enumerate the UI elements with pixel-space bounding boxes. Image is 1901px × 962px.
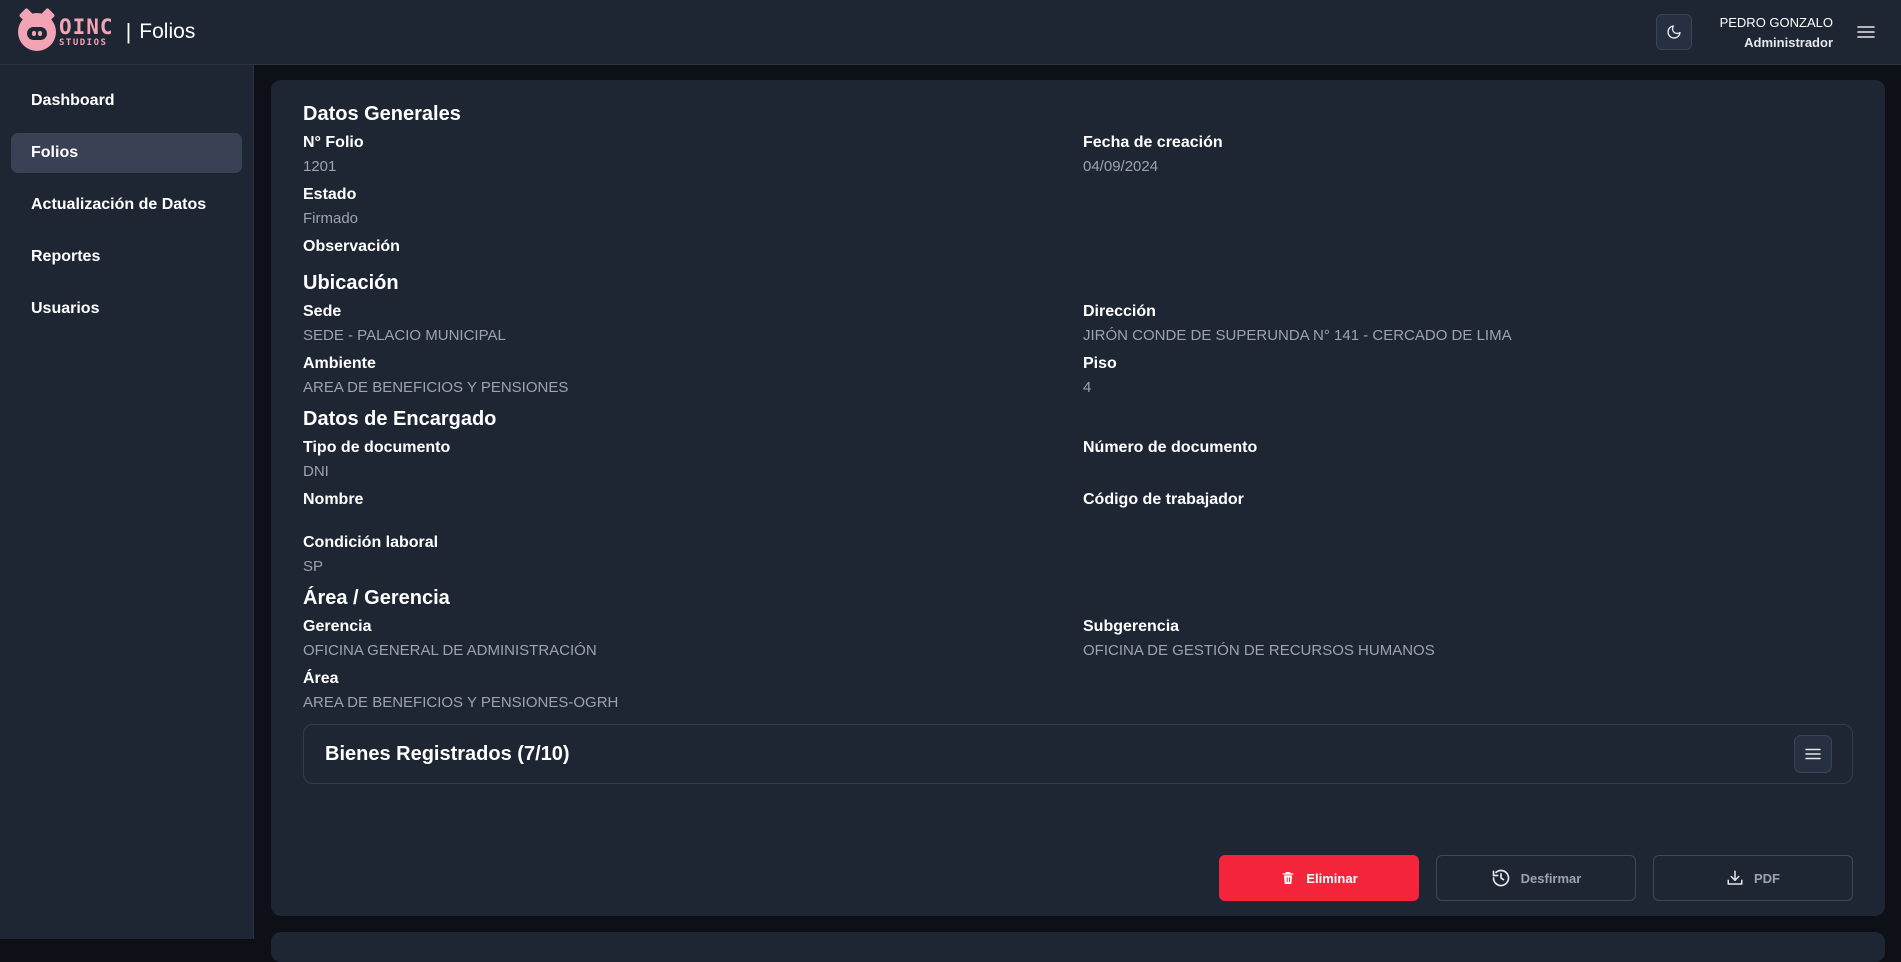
hamburger-menu-icon (1857, 26, 1875, 38)
sidebar-item-label: Reportes (31, 248, 101, 265)
main-menu-button[interactable] (1851, 17, 1881, 47)
field-label: Nombre (303, 491, 364, 508)
menu-icon (1805, 748, 1821, 760)
field-observacion: Observación (303, 238, 1083, 266)
desfirmar-label: Desfirmar (1520, 870, 1582, 886)
field-tipo-documento: Tipo de documento DNI (303, 439, 1083, 491)
eliminar-button[interactable]: Eliminar (1219, 855, 1419, 901)
field-label: Gerencia (303, 618, 372, 635)
area-gerencia-grid: Gerencia OFICINA GENERAL DE ADMINISTRACI… (303, 618, 1853, 722)
field-label: Subgerencia (1083, 618, 1180, 635)
bienes-registrados-title: Bienes Registrados (7/10) (325, 742, 570, 765)
section-title-area-gerencia: Área / Gerencia (303, 587, 450, 609)
field-label: Sede (303, 303, 342, 320)
encargado-grid: Tipo de documento DNI Número de document… (303, 439, 1853, 586)
brand[interactable]: OINC STUDIOS | Folios (18, 0, 195, 65)
field-value: OFICINA DE GESTIÓN DE RECURSOS HUMANOS (1083, 642, 1435, 659)
field-folio: N° Folio 1201 (303, 134, 1083, 186)
sidebar-item-label: Actualización de Datos (31, 196, 207, 213)
eliminar-label: Eliminar (1306, 870, 1358, 886)
field-value: 1201 (303, 158, 337, 175)
field-ambiente: Ambiente AREA DE BENEFICIOS Y PENSIONES (303, 355, 1083, 407)
field-value: SEDE - PALACIO MUNICIPAL (303, 327, 506, 344)
field-value: JIRÓN CONDE DE SUPERUNDA N° 141 - CERCAD… (1083, 327, 1512, 344)
datos-generales-grid: N° Folio 1201 Fecha de creación 04/09/20… (303, 134, 1853, 266)
brand-name: OINC (59, 14, 114, 39)
field-direccion: Dirección JIRÓN CONDE DE SUPERUNDA N° 14… (1083, 303, 1863, 355)
pdf-label: PDF (1754, 870, 1780, 886)
user-name: PEDRO GONZALO (1719, 14, 1833, 30)
field-value: OFICINA GENERAL DE ADMINISTRACIÓN (303, 642, 597, 659)
field-label: Número de documento (1083, 439, 1258, 456)
field-numero-documento: Número de documento (1083, 439, 1863, 491)
field-label: Piso (1083, 355, 1117, 372)
trash-icon (1283, 872, 1294, 884)
history-icon (1492, 869, 1509, 887)
field-nombre: Nombre (303, 491, 1083, 534)
field-codigo-trabajador: Código de trabajador (1083, 491, 1863, 534)
sidebar-item-usuarios[interactable]: Usuarios (11, 289, 242, 329)
brand-subname: STUDIOS (59, 37, 108, 48)
sidebar-item-folios[interactable]: Folios (11, 133, 242, 173)
pdf-button[interactable]: PDF (1653, 855, 1853, 901)
brand-separator: | (125, 19, 132, 44)
ubicacion-grid: Sede SEDE - PALACIO MUNICIPAL Dirección … (303, 303, 1853, 407)
field-value: 04/09/2024 (1083, 158, 1159, 175)
field-label: Condición laboral (303, 534, 439, 551)
field-value: 4 (1083, 379, 1092, 396)
field-area: Área AREA DE BENEFICIOS Y PENSIONES-OGRH (303, 670, 1083, 722)
sidebar-item-label: Usuarios (31, 300, 100, 317)
user-info[interactable]: PEDRO GONZALO Administrador (1720, 15, 1833, 50)
pig-logo-icon (18, 13, 56, 51)
field-label: Área (303, 670, 339, 687)
next-card-peek (271, 932, 1885, 962)
section-title-encargado: Datos de Encargado (303, 408, 497, 430)
field-value: DNI (303, 463, 329, 480)
download-icon (1727, 870, 1743, 885)
sidebar-item-label: Dashboard (31, 92, 115, 109)
field-label: Código de trabajador (1083, 491, 1244, 508)
field-piso: Piso 4 (1083, 355, 1863, 407)
field-label: Ambiente (303, 355, 376, 372)
field-label: Dirección (1083, 303, 1156, 320)
sidebar-item-label: Folios (31, 144, 79, 161)
field-label: N° Folio (303, 134, 364, 151)
field-label: Observación (303, 238, 400, 255)
section-title-ubicacion: Ubicación (303, 272, 399, 294)
field-condicion-laboral: Condición laboral SP (303, 534, 1083, 586)
section-title-datos-generales: Datos Generales (303, 103, 461, 125)
user-role: Administrador (1744, 34, 1833, 50)
field-fecha-creacion: Fecha de creación 04/09/2024 (1083, 134, 1863, 186)
field-value: SP (303, 558, 324, 575)
main-content: Datos Generales N° Folio 1201 Fecha de c… (255, 65, 1901, 962)
folio-actions: Eliminar Desfirmar PDF (1219, 855, 1853, 901)
field-estado: Estado Firmado (303, 186, 1083, 238)
page-title: Folios (139, 20, 196, 43)
theme-toggle-button[interactable] (1655, 14, 1692, 50)
bienes-registrados-panel: Bienes Registrados (7/10) (303, 724, 1853, 784)
field-label: Fecha de creación (1083, 134, 1223, 151)
moon-icon (1666, 25, 1681, 39)
field-sede: Sede SEDE - PALACIO MUNICIPAL (303, 303, 1083, 355)
field-value: Firmado (303, 210, 359, 227)
field-label: Tipo de documento (303, 439, 451, 456)
sidebar: Dashboard Folios Actualización de Datos … (0, 65, 254, 939)
field-gerencia: Gerencia OFICINA GENERAL DE ADMINISTRACI… (303, 618, 1083, 670)
sidebar-item-actualizacion-datos[interactable]: Actualización de Datos (11, 185, 242, 225)
sidebar-item-reportes[interactable]: Reportes (11, 237, 242, 277)
top-header: OINC STUDIOS | Folios PEDRO GONZALO Admi… (0, 0, 1901, 65)
oinc-logo: OINC STUDIOS (18, 13, 114, 51)
field-value: AREA DE BENEFICIOS Y PENSIONES (303, 379, 569, 396)
sidebar-item-dashboard[interactable]: Dashboard (11, 81, 242, 121)
desfirmar-button[interactable]: Desfirmar (1436, 855, 1636, 901)
folio-detail-card: Datos Generales N° Folio 1201 Fecha de c… (271, 80, 1885, 916)
field-subgerencia: Subgerencia OFICINA DE GESTIÓN DE RECURS… (1083, 618, 1863, 670)
field-label: Estado (303, 186, 357, 203)
bienes-menu-button[interactable] (1794, 735, 1832, 773)
field-value: AREA DE BENEFICIOS Y PENSIONES-OGRH (303, 694, 619, 711)
